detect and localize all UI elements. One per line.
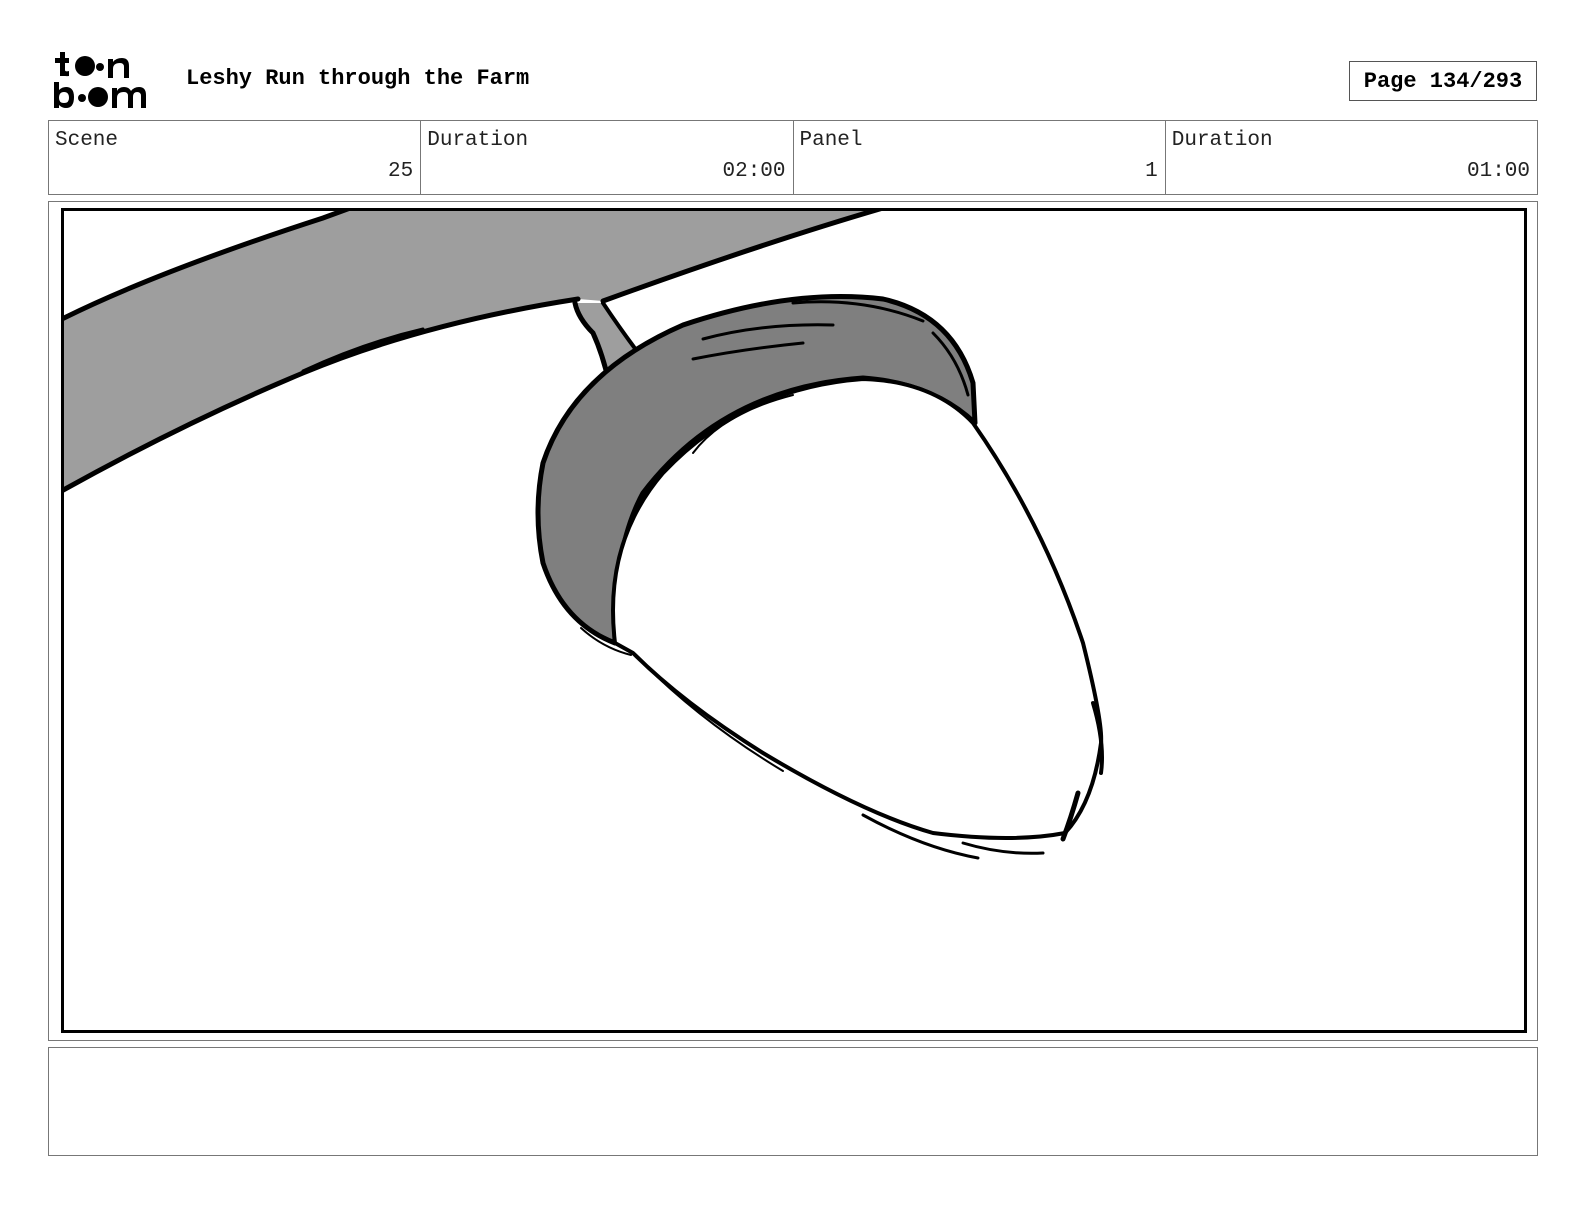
panel-info-row: Scene 25 Duration 02:00 Panel 1 Duration…: [48, 120, 1538, 195]
scene-duration-cell: Duration 02:00: [421, 121, 794, 194]
scene-duration-value: 02:00: [722, 160, 786, 183]
notes-box: [48, 1047, 1538, 1156]
panel-cell: Panel 1: [794, 121, 1166, 194]
scene-label: Scene: [55, 129, 119, 152]
panel-duration-label: Duration: [1171, 129, 1273, 152]
toonboom-logo-mark: [54, 52, 146, 108]
panel-duration-cell: Duration 01:00: [1166, 121, 1537, 194]
panel-label: Panel: [799, 129, 863, 152]
acorn-sketch: [64, 211, 1104, 860]
toonboom-logo: [52, 50, 164, 112]
scene-value: 25: [388, 160, 414, 183]
scene-duration-label: Duration: [427, 129, 529, 152]
storyboard-title: Leshy Run through the Farm: [186, 66, 530, 91]
panel-artwork: [61, 208, 1527, 1033]
page-number: Page 134/293: [1349, 61, 1537, 101]
scene-cell: Scene 25: [49, 121, 422, 194]
panel-duration-value: 01:00: [1466, 160, 1530, 183]
panel-value: 1: [1145, 160, 1158, 183]
